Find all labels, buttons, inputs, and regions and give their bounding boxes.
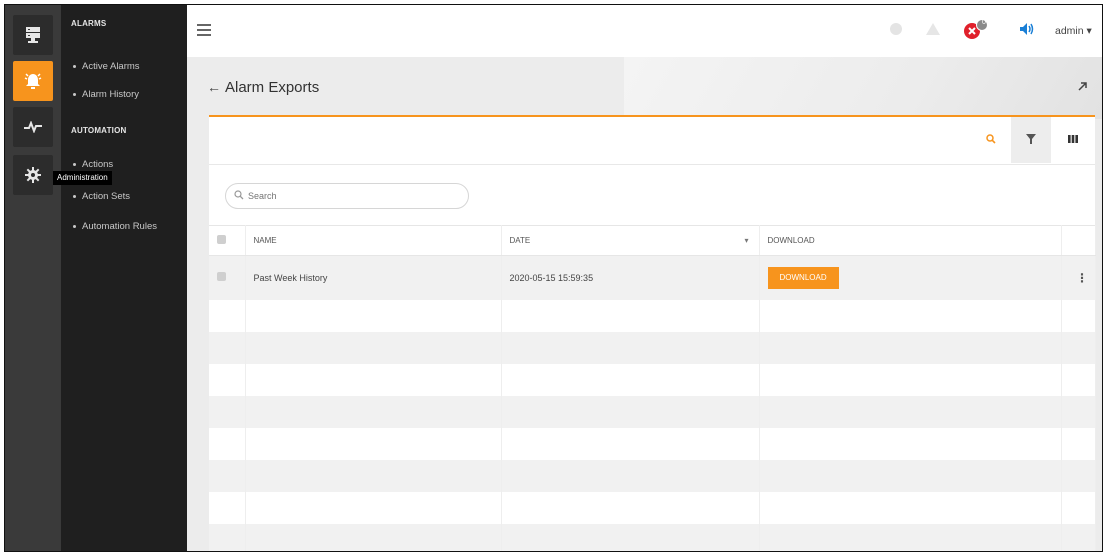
filter-icon — [1026, 133, 1036, 147]
content-area: ← Alarm Exports Search NAME DATE ▾ DOWNL… — [187, 57, 1102, 551]
status-circle-icon[interactable] — [889, 22, 903, 39]
gear-icon — [25, 167, 41, 183]
back-arrow-icon[interactable]: ← — [207, 79, 221, 95]
columns-button[interactable] — [1053, 117, 1093, 163]
warning-triangle-icon[interactable] — [925, 22, 941, 39]
top-bar: 0 admin ▾ — [187, 5, 1102, 57]
empty-row — [209, 331, 1096, 364]
row-date: 2020-05-15 15:59:35 — [501, 255, 760, 300]
search-icon — [986, 133, 996, 147]
rail-administration-button[interactable] — [13, 155, 53, 195]
column-header-name[interactable]: NAME — [245, 225, 502, 256]
search-input[interactable] — [248, 189, 448, 203]
rail-alarms-button[interactable] — [13, 61, 53, 101]
alarm-bell-icon — [23, 72, 43, 90]
sort-desc-icon[interactable]: ▾ — [744, 236, 748, 245]
rail-devices-button[interactable] — [13, 15, 53, 55]
row-checkbox[interactable] — [209, 255, 246, 300]
nav-item-actions[interactable]: Actions — [73, 159, 113, 170]
nav-item-active-alarms[interactable]: Active Alarms — [73, 61, 140, 72]
nav-section-automation: AUTOMATION — [71, 126, 127, 135]
table-row[interactable]: Past Week History 2020-05-15 15:59:35 DO… — [209, 255, 1096, 300]
table-toolbar — [209, 117, 1095, 165]
rail-automation-button[interactable] — [13, 107, 53, 147]
hamburger-menu-icon[interactable] — [197, 24, 211, 36]
speaker-icon[interactable] — [1019, 22, 1035, 39]
row-menu-kebab-icon[interactable]: ⋮ — [1061, 255, 1096, 300]
exports-table: NAME DATE ▾ DOWNLOAD Past Week History 20… — [209, 225, 1096, 551]
nav-item-action-sets[interactable]: Action Sets — [73, 191, 130, 202]
download-button[interactable]: DOWNLOAD — [767, 266, 839, 289]
column-header-actions — [1061, 225, 1096, 256]
search-toggle-button[interactable] — [971, 117, 1011, 163]
page-header: ← Alarm Exports — [187, 57, 1102, 115]
empty-row — [209, 395, 1096, 428]
search-icon — [234, 190, 244, 203]
nav-panel: ALARMS Active Alarms Alarm History AUTOM… — [61, 5, 187, 551]
nav-item-automation-rules[interactable]: Automation Rules — [73, 221, 157, 232]
app-window: Administration ALARMS Active Alarms Alar… — [4, 4, 1103, 552]
empty-row — [209, 459, 1096, 492]
empty-row — [209, 491, 1096, 524]
columns-icon — [1068, 134, 1078, 146]
empty-row — [209, 523, 1096, 551]
expand-icon[interactable] — [1078, 81, 1088, 94]
icon-rail — [5, 5, 61, 551]
pulse-icon — [24, 121, 42, 133]
filter-button[interactable] — [1011, 117, 1051, 163]
column-header-date[interactable]: DATE ▾ — [501, 225, 760, 256]
nav-item-alarm-history[interactable]: Alarm History — [73, 89, 139, 100]
user-menu[interactable]: admin ▾ — [1055, 25, 1092, 37]
select-all-checkbox[interactable] — [209, 225, 246, 256]
administration-tooltip: Administration — [53, 171, 112, 185]
row-name: Past Week History — [245, 255, 502, 300]
table-header-row: NAME DATE ▾ DOWNLOAD — [209, 225, 1096, 256]
empty-row — [209, 299, 1096, 332]
exports-card: NAME DATE▾ DOWNLOAD Past Week History 20… — [209, 115, 1096, 551]
page-title: Alarm Exports — [225, 79, 320, 96]
search-box[interactable] — [225, 183, 469, 209]
server-icon — [25, 26, 41, 44]
nav-section-alarms: ALARMS — [71, 19, 107, 28]
notification-count-badge: 0 — [982, 19, 986, 26]
empty-row — [209, 363, 1096, 396]
column-header-download[interactable]: DOWNLOAD — [759, 225, 1062, 256]
empty-row — [209, 427, 1096, 460]
